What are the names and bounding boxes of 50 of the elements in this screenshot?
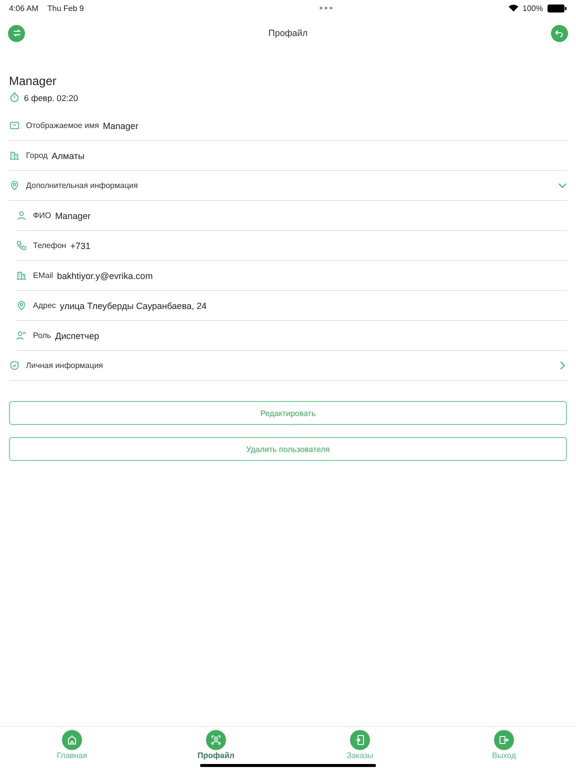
pin-icon [9,180,20,191]
page-title: Профайл [268,28,308,38]
stopwatch-icon [9,92,20,103]
field-label: Роль [33,331,52,340]
building-icon [16,270,27,281]
battery-percent: 100% [522,4,543,12]
delete-user-button[interactable]: Удалить пользователя [9,437,567,461]
phone-icon [16,240,27,251]
tab[interactable]: Заказы [320,727,400,761]
field-value: Manager [55,210,91,220]
field-label: Телефон [33,241,66,250]
field-label: ФИО [33,211,52,220]
more-dots-icon [318,6,333,10]
wifi-icon [508,4,519,12]
exit-icon [494,730,514,750]
field-value: Диспетчер [55,330,100,340]
field-value: Manager [102,120,138,130]
section-title: Дополнительная информация [26,181,138,190]
back-button[interactable] [550,24,568,42]
section-title: Личная информация [26,361,104,370]
card-icon [9,120,20,131]
section-row[interactable]: Личная информация [9,351,567,381]
building-icon [9,150,20,161]
people-icon [16,330,27,341]
field-value: Алматы [52,150,84,160]
field-value: +731 [70,240,90,250]
field-label: Адрес [33,301,56,310]
section-row[interactable]: Дополнительная информация [9,171,567,201]
switch-button[interactable] [8,24,25,42]
profile-timestamp: 6 февр. 02:20 [24,92,78,102]
return-arrow-icon [554,28,564,38]
status-date: Thu Feb 9 [47,4,84,12]
tab[interactable]: Выход [464,727,544,761]
tab[interactable]: Профайл [176,727,256,761]
tab[interactable]: Главная [32,727,112,761]
field-value: bakhtiyor.y@evrika.com [57,270,153,280]
shield-icon [9,360,20,371]
person-icon [206,730,226,750]
swap-arrows-icon [12,28,22,38]
battery-icon [546,4,567,12]
status-time: 4:06 AM [9,4,38,12]
field-label: Город [26,151,48,160]
edit-button[interactable]: Редактировать [9,401,567,425]
field-label: Отображаемое имя [26,121,99,130]
home-icon [62,730,82,750]
profile-name: Manager [9,74,58,88]
field-label: EMail [33,271,54,280]
field-value: улица Тлеуберды Сауранбаева, 24 [60,300,207,310]
pin-icon [16,300,27,311]
person-icon [16,210,27,221]
